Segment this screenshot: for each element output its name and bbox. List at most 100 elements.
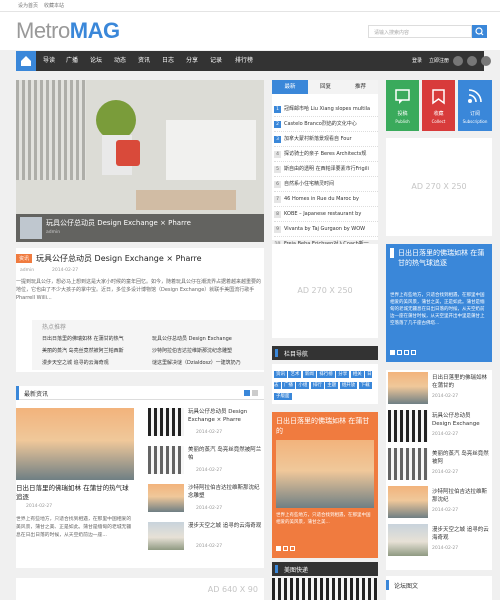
big-post-image[interactable] — [16, 408, 134, 480]
blue-dot-3[interactable] — [404, 350, 409, 355]
rank-item-8[interactable]: 8 KOBE – Japanese restaurant by — [274, 207, 378, 222]
subscription-tile[interactable]: 订阅 Subscription — [458, 80, 492, 131]
nav-item-ranking[interactable]: 排行榜 — [230, 51, 258, 71]
tag-12[interactable]: 下载 — [358, 382, 372, 389]
news-thumb-4[interactable] — [148, 522, 184, 550]
news-thumb-3[interactable] — [148, 484, 184, 512]
right-title-5[interactable]: 漫步天空之城 追寻的云海奇观 — [432, 526, 490, 542]
nav-item-news[interactable]: 资讯 — [134, 51, 154, 71]
blue-feature-card[interactable]: 日出日落里的佛瑞如林 在蒲甘的热气球追逐 世界上有些地方，只适合找到相遇，在那里… — [386, 244, 492, 362]
blue-dot-2[interactable] — [397, 350, 402, 355]
tag-10[interactable]: 主题 — [325, 382, 339, 389]
right-title-2[interactable]: 玩具公仔总动员 Design Exchange — [432, 412, 490, 428]
hero-background — [16, 80, 86, 180]
tag-3[interactable]: 排行榜 — [317, 371, 335, 378]
tag-0[interactable]: 资讯 — [274, 371, 287, 378]
rank-item-3[interactable]: 3 加拿大蒙村新落景观看自 Four — [274, 132, 378, 147]
user-icon[interactable] — [453, 56, 463, 66]
qq-icon[interactable] — [467, 56, 477, 66]
right-thumb-1[interactable] — [388, 372, 428, 404]
article-title[interactable]: 玩具公仔总动员 Design Exchange × Pharre — [36, 253, 202, 264]
pager-dot-2[interactable] — [252, 390, 258, 396]
rss-icon — [468, 89, 482, 103]
site-logo[interactable]: MetroMAG — [16, 20, 120, 42]
tag-11[interactable]: 组开放 — [339, 382, 358, 389]
ad-270-mid-label: AD 270 X 250 — [297, 286, 353, 295]
nav-item-forum[interactable]: 论坛 — [86, 51, 106, 71]
ad-banner-640[interactable]: AD 640 X 90 — [16, 578, 264, 600]
rank-item-5[interactable]: 5 斯自由的透明 在西帕泽要素市行Frigili — [274, 162, 378, 177]
tag-7[interactable]: 广播 — [281, 382, 295, 389]
ad-box-270-mid[interactable]: AD 270 X 250 — [272, 244, 378, 338]
hot-item-2[interactable]: 玩具公仔总动员 Design Exchange — [152, 335, 232, 342]
orange-feature-card[interactable]: 日出日落里的佛瑞如林 在蒲甘的 世界上有些地方，只适合找到相遇，在那里中国相爱的… — [272, 412, 378, 558]
news-title-2[interactable]: 美丽的蒸汽 岛亮丝竟然被阿兰帕 — [188, 446, 264, 462]
news-title-1[interactable]: 玩具公仔总动员 Design Exchange × Pharre — [188, 408, 264, 424]
nav-item-guide[interactable]: 导读 — [40, 51, 58, 71]
orange-card-title[interactable]: 日出日落里的佛瑞如林 在蒲甘的 — [276, 416, 374, 436]
article-tag[interactable]: 资讯 — [16, 254, 33, 263]
photo-express-header: 美图快递 — [272, 562, 378, 576]
tag-9[interactable]: 排行 — [310, 382, 324, 389]
ad-box-270-right[interactable]: AD 270 X 250 — [386, 138, 492, 236]
login-link[interactable]: 登录 — [410, 51, 424, 71]
home-button[interactable] — [16, 51, 36, 71]
blue-dot-4[interactable] — [411, 350, 416, 355]
tag-4[interactable]: 分享 — [336, 371, 350, 378]
rank-item-6[interactable]: 6 自然系小住宅精灵时间 — [274, 177, 378, 192]
register-link[interactable]: 立即注册 — [428, 51, 450, 71]
publish-tile[interactable]: 投稿 Publish — [386, 80, 419, 131]
nav-item-record[interactable]: 记录 — [206, 51, 226, 71]
bookmark-link[interactable]: 收藏本站 — [44, 0, 64, 12]
search-button[interactable] — [472, 25, 487, 38]
nav-item-broadcast[interactable]: 广播 — [62, 51, 82, 71]
rank-item-9[interactable]: 9 Vivanta by Taj Gurgaon by WOW — [274, 222, 378, 237]
tab-reply[interactable]: 回复 — [308, 80, 343, 94]
right-thumb-5[interactable] — [388, 524, 428, 556]
rank-item-2[interactable]: 2 Castelo Branco烈焰的文化中心 — [274, 117, 378, 132]
news-title-4[interactable]: 漫步天空之城 追寻的云海奇观 — [188, 522, 264, 530]
tab-latest[interactable]: 最新 — [272, 80, 308, 94]
tagnav-title: 栏目导航 — [284, 351, 309, 358]
rank-item-7[interactable]: 7 46 Homes in Rue du Maroc by — [274, 192, 378, 207]
orange-dot-1[interactable] — [276, 546, 281, 551]
big-post-title[interactable]: 日出日落里的佛瑞如林 在蒲甘的热气球追逐 — [16, 484, 134, 502]
tab-recommend[interactable]: 推荐 — [343, 80, 378, 94]
set-homepage-link[interactable]: 设为首页 — [18, 0, 38, 12]
right-title-1[interactable]: 日出日落里的佛瑞如林 在蒲甘的 — [432, 374, 490, 390]
news-thumb-2[interactable] — [148, 446, 184, 474]
tag-13[interactable]: 子版面 — [274, 393, 292, 400]
blue-card-title[interactable]: 日出日落里的佛瑞如林 在蒲甘的热气球追逐 — [398, 248, 488, 268]
hot-item-4[interactable]: 沙特阿拉伯吉达拉维斯那沈纪念雕塑 — [152, 347, 232, 354]
hot-item-3[interactable]: 美丽的蒸汽 岛亮丝竟然被阿兰帕西斯 — [42, 347, 124, 354]
orange-dot-2[interactable] — [283, 546, 288, 551]
right-thumb-2[interactable] — [388, 410, 428, 442]
right-title-4[interactable]: 沙特阿拉伯吉达拉维斯那沈纪 — [432, 488, 490, 504]
hot-item-5[interactable]: 漫步天空之城 追寻的云海奇观 — [42, 359, 109, 366]
search-input[interactable]: 请输入搜索内容 — [368, 25, 472, 38]
tag-2[interactable]: 新闻 — [302, 371, 316, 378]
news-title-3[interactable]: 沙特阿拉伯吉达拉维斯那沈纪念雕塑 — [188, 484, 264, 500]
nav-item-share[interactable]: 分享 — [182, 51, 202, 71]
slider-caption-bar: 玩具公仔总动员 Design Exchange × Pharre admin — [16, 214, 264, 242]
rank-item-4[interactable]: 4 探访骑士的亲子 Beres Architects规 — [274, 147, 378, 162]
orange-dot-3[interactable] — [290, 546, 295, 551]
slider-caption[interactable]: 玩具公仔总动员 Design Exchange × Pharre — [46, 218, 191, 228]
rank-item-1[interactable]: 1 冠辉邮市哈 Liu Xiang slopes multila — [274, 102, 378, 117]
tag-8[interactable]: 小组 — [296, 382, 310, 389]
nav-item-blog[interactable]: 日志 — [158, 51, 178, 71]
tag-5[interactable]: 相关 — [350, 371, 364, 378]
photo-express-image[interactable] — [272, 578, 378, 600]
right-thumb-4[interactable] — [388, 486, 428, 518]
blue-dot-1[interactable] — [390, 350, 395, 355]
right-thumb-3[interactable] — [388, 448, 428, 480]
hot-item-1[interactable]: 日出日落里的佛瑞如林 在蒲甘的热气 — [42, 335, 124, 342]
nav-item-dynamic[interactable]: 动态 — [110, 51, 130, 71]
right-title-3[interactable]: 美丽的蒸汽 岛亮丝竟然被阿 — [432, 450, 490, 466]
pager-dot-1[interactable] — [244, 390, 250, 396]
tag-1[interactable]: 艺术 — [288, 371, 302, 378]
news-thumb-1[interactable] — [148, 408, 184, 436]
collect-tile[interactable]: 收藏 Collect — [422, 80, 455, 131]
weibo-icon[interactable] — [481, 56, 491, 66]
hot-item-6[interactable]: 谜这里解决谜（Dzialdosz）一建筑奶乃 — [152, 359, 241, 366]
